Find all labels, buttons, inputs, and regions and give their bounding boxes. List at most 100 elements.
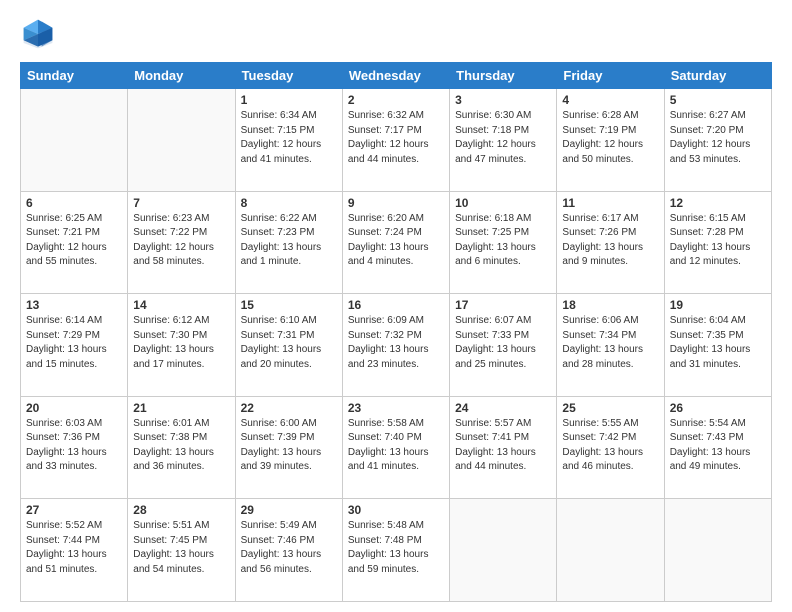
day-number: 18: [562, 298, 658, 312]
day-info: Sunrise: 6:10 AM Sunset: 7:31 PM Dayligh…: [241, 314, 337, 372]
calendar-cell: 21Sunrise: 6:01 AM Sunset: 7:38 PM Dayli…: [128, 396, 235, 499]
day-number: 10: [455, 196, 551, 210]
day-info: Sunrise: 6:34 AM Sunset: 7:15 PM Dayligh…: [241, 109, 337, 167]
calendar-cell: 22 Sunrise: 6:00 AM Sunset: 7:39 PM Dayli…: [235, 396, 342, 499]
day-number: 13: [26, 298, 122, 312]
day-info: Sunrise: 5:48 AM Sunset: 7:48 PM Dayligh…: [348, 519, 444, 577]
day-number: 26: [670, 401, 766, 415]
calendar-cell: 2 Sunrise: 6:32 AM Sunset: 7:17 PM Daylig…: [342, 89, 449, 192]
day-info: Sunrise: 6:30 AM Sunset: 7:18 PM Dayligh…: [455, 109, 551, 167]
day-info: Sunrise: 5:51 AM Sunset: 7:45 PM Dayligh…: [133, 519, 229, 577]
calendar-cell: 26Sunrise: 5:54 AM Sunset: 7:43 PM Dayli…: [664, 396, 771, 499]
col-header-wednesday: Wednesday: [342, 63, 449, 89]
day-number: 1: [241, 93, 337, 107]
calendar-cell: [450, 499, 557, 602]
day-number: 12: [670, 196, 766, 210]
calendar-table: SundayMondayTuesdayWednesdayThursdayFrid…: [20, 62, 772, 602]
day-info: Sunrise: 5:55 AM Sunset: 7:42 PM Dayligh…: [562, 417, 658, 475]
day-number: 30: [348, 503, 444, 517]
calendar-header-row: SundayMondayTuesdayWednesdayThursdayFrid…: [21, 63, 772, 89]
col-header-tuesday: Tuesday: [235, 63, 342, 89]
day-info: Sunrise: 6:09 AM Sunset: 7:32 PM Dayligh…: [348, 314, 444, 372]
calendar-cell: 5 Sunrise: 6:27 AM Sunset: 7:20 PM Daylig…: [664, 89, 771, 192]
calendar-cell: [128, 89, 235, 192]
day-number: 16: [348, 298, 444, 312]
day-info: Sunrise: 6:23 AM Sunset: 7:22 PM Dayligh…: [133, 212, 229, 270]
col-header-friday: Friday: [557, 63, 664, 89]
day-number: 19: [670, 298, 766, 312]
calendar-cell: 6 Sunrise: 6:25 AM Sunset: 7:21 PM Daylig…: [21, 191, 128, 294]
col-header-saturday: Saturday: [664, 63, 771, 89]
day-number: 27: [26, 503, 122, 517]
col-header-thursday: Thursday: [450, 63, 557, 89]
day-number: 9: [348, 196, 444, 210]
day-number: 15: [241, 298, 337, 312]
col-header-sunday: Sunday: [21, 63, 128, 89]
day-number: 8: [241, 196, 337, 210]
day-info: Sunrise: 5:52 AM Sunset: 7:44 PM Dayligh…: [26, 519, 122, 577]
day-number: 17: [455, 298, 551, 312]
day-number: 29: [241, 503, 337, 517]
calendar-cell: 13 Sunrise: 6:14 AM Sunset: 7:29 PM Dayli…: [21, 294, 128, 397]
day-info: Sunrise: 6:28 AM Sunset: 7:19 PM Dayligh…: [562, 109, 658, 167]
day-number: 24: [455, 401, 551, 415]
day-info: Sunrise: 6:03 AM Sunset: 7:36 PM Dayligh…: [26, 417, 122, 475]
day-number: 22: [241, 401, 337, 415]
calendar-week-5: 27 Sunrise: 5:52 AM Sunset: 7:44 PM Dayli…: [21, 499, 772, 602]
day-info: Sunrise: 6:32 AM Sunset: 7:17 PM Dayligh…: [348, 109, 444, 167]
calendar-cell: 27 Sunrise: 5:52 AM Sunset: 7:44 PM Dayli…: [21, 499, 128, 602]
day-info: Sunrise: 6:17 AM Sunset: 7:26 PM Dayligh…: [562, 212, 658, 270]
day-number: 21: [133, 401, 229, 415]
calendar-week-2: 6 Sunrise: 6:25 AM Sunset: 7:21 PM Daylig…: [21, 191, 772, 294]
calendar-cell: 25 Sunrise: 5:55 AM Sunset: 7:42 PM Dayli…: [557, 396, 664, 499]
day-info: Sunrise: 6:06 AM Sunset: 7:34 PM Dayligh…: [562, 314, 658, 372]
calendar-cell: 1 Sunrise: 6:34 AM Sunset: 7:15 PM Daylig…: [235, 89, 342, 192]
calendar-cell: 18 Sunrise: 6:06 AM Sunset: 7:34 PM Dayli…: [557, 294, 664, 397]
day-number: 11: [562, 196, 658, 210]
calendar-cell: [21, 89, 128, 192]
calendar-cell: 23 Sunrise: 5:58 AM Sunset: 7:40 PM Dayli…: [342, 396, 449, 499]
day-info: Sunrise: 6:18 AM Sunset: 7:25 PM Dayligh…: [455, 212, 551, 270]
day-number: 6: [26, 196, 122, 210]
calendar-cell: 3 Sunrise: 6:30 AM Sunset: 7:18 PM Daylig…: [450, 89, 557, 192]
calendar-cell: 24 Sunrise: 5:57 AM Sunset: 7:41 PM Dayli…: [450, 396, 557, 499]
calendar-cell: 30 Sunrise: 5:48 AM Sunset: 7:48 PM Dayli…: [342, 499, 449, 602]
calendar-week-1: 1 Sunrise: 6:34 AM Sunset: 7:15 PM Daylig…: [21, 89, 772, 192]
calendar-cell: 15 Sunrise: 6:10 AM Sunset: 7:31 PM Dayli…: [235, 294, 342, 397]
day-number: 3: [455, 93, 551, 107]
calendar-cell: 8Sunrise: 6:22 AM Sunset: 7:23 PM Daylig…: [235, 191, 342, 294]
calendar-cell: 12 Sunrise: 6:15 AM Sunset: 7:28 PM Dayli…: [664, 191, 771, 294]
day-info: Sunrise: 6:15 AM Sunset: 7:28 PM Dayligh…: [670, 212, 766, 270]
day-info: Sunrise: 6:04 AM Sunset: 7:35 PM Dayligh…: [670, 314, 766, 372]
day-info: Sunrise: 6:12 AM Sunset: 7:30 PM Dayligh…: [133, 314, 229, 372]
day-number: 20: [26, 401, 122, 415]
calendar-cell: 7 Sunrise: 6:23 AM Sunset: 7:22 PM Daylig…: [128, 191, 235, 294]
day-info: Sunrise: 6:14 AM Sunset: 7:29 PM Dayligh…: [26, 314, 122, 372]
col-header-monday: Monday: [128, 63, 235, 89]
calendar-cell: 16 Sunrise: 6:09 AM Sunset: 7:32 PM Dayli…: [342, 294, 449, 397]
calendar-cell: 9 Sunrise: 6:20 AM Sunset: 7:24 PM Daylig…: [342, 191, 449, 294]
calendar-cell: [664, 499, 771, 602]
day-info: Sunrise: 6:25 AM Sunset: 7:21 PM Dayligh…: [26, 212, 122, 270]
day-info: Sunrise: 5:49 AM Sunset: 7:46 PM Dayligh…: [241, 519, 337, 577]
calendar-cell: 29 Sunrise: 5:49 AM Sunset: 7:46 PM Dayli…: [235, 499, 342, 602]
day-number: 7: [133, 196, 229, 210]
day-info: Sunrise: 5:57 AM Sunset: 7:41 PM Dayligh…: [455, 417, 551, 475]
day-info: Sunrise: 6:27 AM Sunset: 7:20 PM Dayligh…: [670, 109, 766, 167]
day-number: 14: [133, 298, 229, 312]
calendar-cell: 20 Sunrise: 6:03 AM Sunset: 7:36 PM Dayli…: [21, 396, 128, 499]
calendar-week-4: 20 Sunrise: 6:03 AM Sunset: 7:36 PM Dayli…: [21, 396, 772, 499]
day-info: Sunrise: 6:00 AM Sunset: 7:39 PM Dayligh…: [241, 417, 337, 475]
day-info: Sunrise: 6:20 AM Sunset: 7:24 PM Dayligh…: [348, 212, 444, 270]
calendar-cell: 10 Sunrise: 6:18 AM Sunset: 7:25 PM Dayli…: [450, 191, 557, 294]
logo-icon: [20, 16, 56, 52]
logo: [20, 16, 62, 52]
calendar-cell: 17Sunrise: 6:07 AM Sunset: 7:33 PM Dayli…: [450, 294, 557, 397]
day-number: 25: [562, 401, 658, 415]
header: [20, 16, 772, 52]
day-number: 2: [348, 93, 444, 107]
day-number: 5: [670, 93, 766, 107]
day-number: 28: [133, 503, 229, 517]
day-number: 23: [348, 401, 444, 415]
day-info: Sunrise: 5:58 AM Sunset: 7:40 PM Dayligh…: [348, 417, 444, 475]
